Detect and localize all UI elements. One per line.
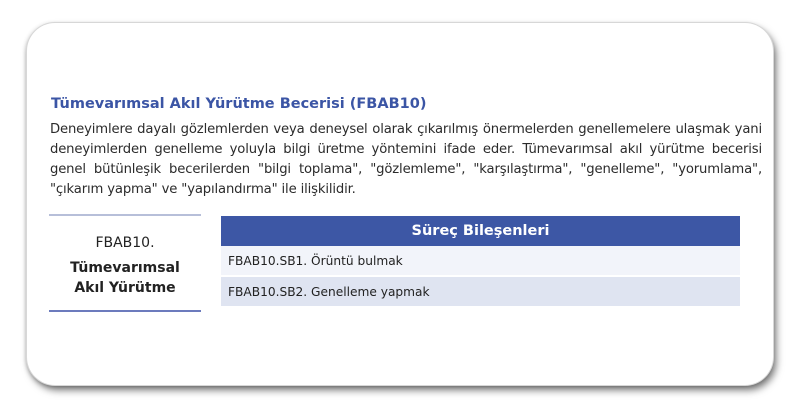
table-row: FBAB10.SB1. Örüntü bulmak: [221, 246, 740, 277]
skill-name: Tümevarımsal Akıl Yürütme: [70, 260, 180, 296]
table-header: Süreç Bileşenleri: [221, 216, 740, 246]
section-description: Deneyimlere dayalı gözlemlerden veya den…: [50, 122, 762, 197]
section-title: Tümevarımsal Akıl Yürütme Becerisi (FBAB…: [51, 96, 427, 112]
content-card: [27, 23, 773, 385]
skill-label-box: FBAB10. Tümevarımsal Akıl Yürütme: [49, 214, 201, 312]
process-components-table: Süreç Bileşenleri FBAB10.SB1. Örüntü bul…: [221, 216, 740, 308]
skill-code: FBAB10.: [95, 235, 155, 251]
table-row: FBAB10.SB2. Genelleme yapmak: [221, 277, 740, 308]
